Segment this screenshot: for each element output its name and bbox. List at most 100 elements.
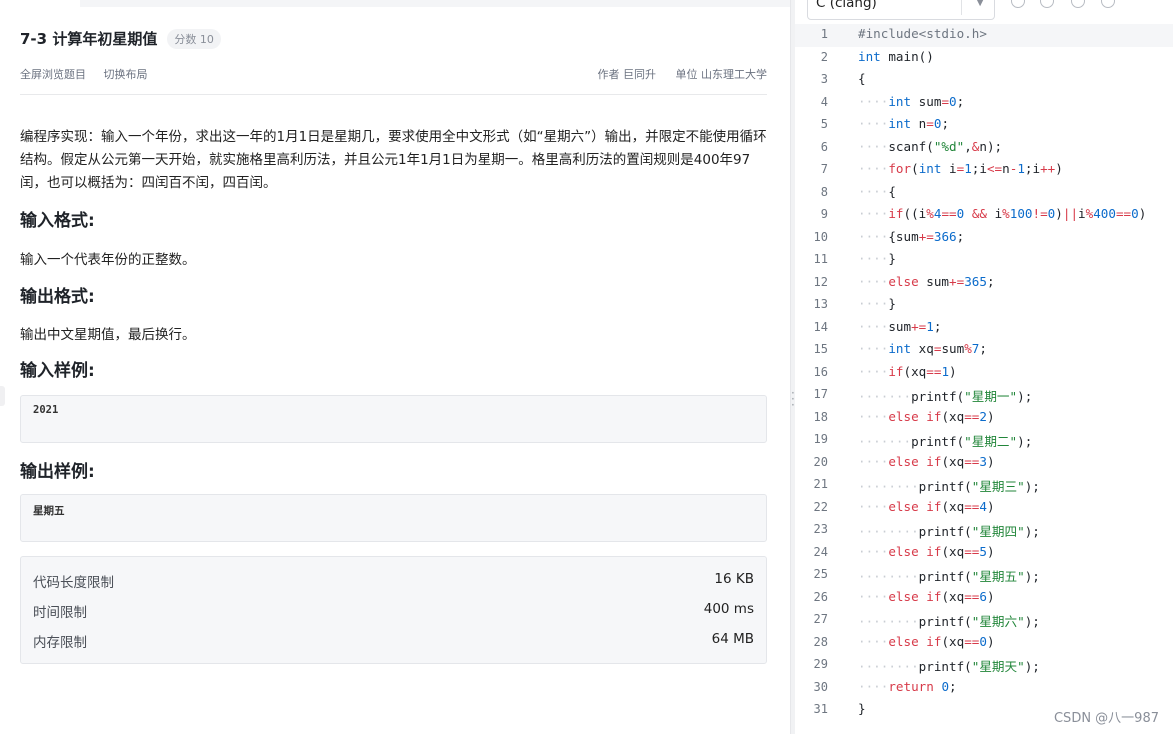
code-text: ········printf("星期天"); [858, 659, 1040, 674]
code-text: ········printf("星期三"); [858, 479, 1040, 494]
code-line[interactable]: 15 ····int xq=sum%7; [795, 339, 1173, 362]
code-text: ····sum+=1; [858, 318, 942, 334]
history-icon[interactable] [1040, 0, 1054, 8]
code-line[interactable]: 11 ····} [795, 249, 1173, 272]
line-number: 29 [813, 657, 828, 671]
line-number: 8 [820, 184, 828, 199]
code-line[interactable]: 10 ····{sum+=366; [795, 227, 1173, 250]
line-number: 4 [820, 94, 828, 109]
line-number: 2 [820, 49, 828, 64]
code-line[interactable]: 6 ····scanf("%d",&n); [795, 137, 1173, 160]
line-number: 10 [813, 229, 828, 244]
line-number: 21 [813, 477, 828, 491]
input-format-text: 输入一个代表年份的正整数。 [20, 252, 196, 268]
score-badge: 分数 10 [167, 28, 221, 49]
sample-output-text: 星期五 [33, 505, 65, 517]
code-line[interactable]: 28 ····else if(xq==0) [795, 632, 1173, 655]
code-line[interactable]: 8 ····{ [795, 182, 1173, 205]
sample-input-box[interactable]: 2021 [20, 395, 767, 443]
code-text: ·······printf("星期一"); [858, 389, 1033, 404]
code-line[interactable]: 27 ········printf("星期六"); [795, 609, 1173, 632]
code-line[interactable]: 23 ········printf("星期四"); [795, 519, 1173, 542]
problem-description: 编程序实现：输入一个年份，求出这一年的1月1日是星期几，要求使用全中文形式（如“… [20, 129, 767, 191]
code-text: ····else if(xq==4) [858, 498, 995, 514]
code-line[interactable]: 1 #include<stdio.h> [795, 24, 1173, 47]
code-line[interactable]: 17 ·······printf("星期一"); [795, 384, 1173, 407]
code-text: ········printf("星期五"); [858, 569, 1040, 584]
line-number: 6 [820, 139, 828, 154]
line-number: 28 [813, 634, 828, 649]
top-strip [80, 0, 790, 7]
code-line[interactable]: 29 ········printf("星期天"); [795, 654, 1173, 677]
line-number: 24 [813, 544, 828, 559]
code-line[interactable]: 25 ········printf("星期五"); [795, 564, 1173, 587]
author-label: 作者 巨同升 [597, 68, 657, 81]
code-text: ····if(xq==1) [858, 363, 957, 379]
code-line[interactable]: 7 ····for(int i=1;i<=n-1;i++) [795, 159, 1173, 182]
watermark: CSDN @八一987 [1053, 711, 1159, 726]
line-number: 17 [813, 387, 828, 401]
code-text: ····} [858, 296, 896, 311]
code-text: } [858, 701, 866, 716]
code-line[interactable]: 5 ····int n=0; [795, 114, 1173, 137]
code-line[interactable]: 18 ····else if(xq==2) [795, 407, 1173, 430]
code-text: ····{sum+=366; [858, 228, 965, 244]
code-text: ····else if(xq==2) [858, 408, 995, 424]
code-text: #include<stdio.h> [858, 26, 987, 41]
code-line[interactable]: 22 ····else if(xq==4) [795, 497, 1173, 520]
code-line[interactable]: 14 ····sum+=1; [795, 317, 1173, 340]
language-select[interactable]: C (clang) ▼ [807, 0, 995, 20]
info-icon[interactable] [1011, 0, 1025, 8]
code-text: ····else if(xq==6) [858, 588, 995, 604]
limit-label: 代码长度限制 [33, 575, 114, 591]
settings-icon[interactable] [1071, 0, 1085, 8]
code-line[interactable]: 12 ····else sum+=365; [795, 272, 1173, 295]
problem-panel: 7-3 计算年初星期值 分数 10 全屏浏览题目 切换布局 作者 巨同升 单位 … [0, 0, 790, 734]
line-number: 7 [820, 162, 828, 176]
code-text: ········printf("星期六"); [858, 614, 1040, 629]
code-text: ····else if(xq==3) [858, 453, 995, 469]
input-format-heading: 输入格式: [20, 211, 95, 231]
code-line[interactable]: 24 ····else if(xq==5) [795, 542, 1173, 565]
code-line[interactable]: 30 ····return 0; [795, 677, 1173, 700]
code-line[interactable]: 16 ····if(xq==1) [795, 362, 1173, 385]
fullscreen-link[interactable]: 全屏浏览题目 [20, 68, 86, 81]
code-line[interactable]: 20 ····else if(xq==3) [795, 452, 1173, 475]
code-text: ····else if(xq==0) [858, 633, 995, 649]
code-text: ····{ [858, 183, 896, 199]
line-number: 26 [813, 589, 828, 604]
code-line[interactable]: 2 int main() [795, 47, 1173, 70]
code-line[interactable]: 21 ········printf("星期三"); [795, 474, 1173, 497]
line-number: 27 [813, 612, 828, 626]
language-value: C (clang) [816, 0, 877, 11]
code-text: ····if((i%4==0 && i%100!=0)||i%400==0) [858, 206, 1147, 221]
line-number: 3 [820, 72, 828, 86]
code-line[interactable]: 13 ····} [795, 294, 1173, 317]
code-line[interactable]: 4 ····int sum=0; [795, 92, 1173, 115]
line-number: 12 [813, 274, 828, 289]
code-line[interactable]: 26 ····else if(xq==6) [795, 587, 1173, 610]
help-icon[interactable] [1101, 0, 1115, 8]
code-line[interactable]: 19 ·······printf("星期二"); [795, 429, 1173, 452]
limit-value: 64 MB [711, 631, 754, 647]
line-number: 30 [813, 679, 828, 694]
code-line[interactable]: 9 ····if((i%4==0 && i%100!=0)||i%400==0) [795, 204, 1173, 227]
code-text: ·······printf("星期二"); [858, 434, 1033, 449]
line-number: 25 [813, 567, 828, 581]
limit-value: 400 ms [703, 601, 754, 617]
sample-input-heading: 输入样例: [20, 361, 95, 381]
problem-meta: 全屏浏览题目 切换布局 作者 巨同升 单位 山东理工大学 [20, 66, 767, 95]
code-editor-panel: C (clang) ▼ 1 #include<stdio.h> 2 int main(… [795, 0, 1173, 734]
code-text: ····scanf("%d",&n); [858, 138, 1003, 154]
code-line[interactable]: 3{ [795, 69, 1173, 92]
panel-collapse-handle[interactable] [0, 386, 5, 406]
limit-value: 16 KB [714, 571, 754, 587]
sample-output-box[interactable]: 星期五 [20, 494, 767, 542]
code-text: { [858, 71, 866, 86]
switch-layout-link[interactable]: 切换布局 [104, 68, 148, 81]
problem-header: 7-3 计算年初星期值 分数 10 [20, 28, 221, 49]
code-text: ····int sum=0; [858, 93, 965, 109]
sample-input-text: 2021 [33, 404, 59, 416]
problem-title: 7-3 计算年初星期值 [20, 30, 158, 48]
line-number: 9 [820, 207, 828, 221]
